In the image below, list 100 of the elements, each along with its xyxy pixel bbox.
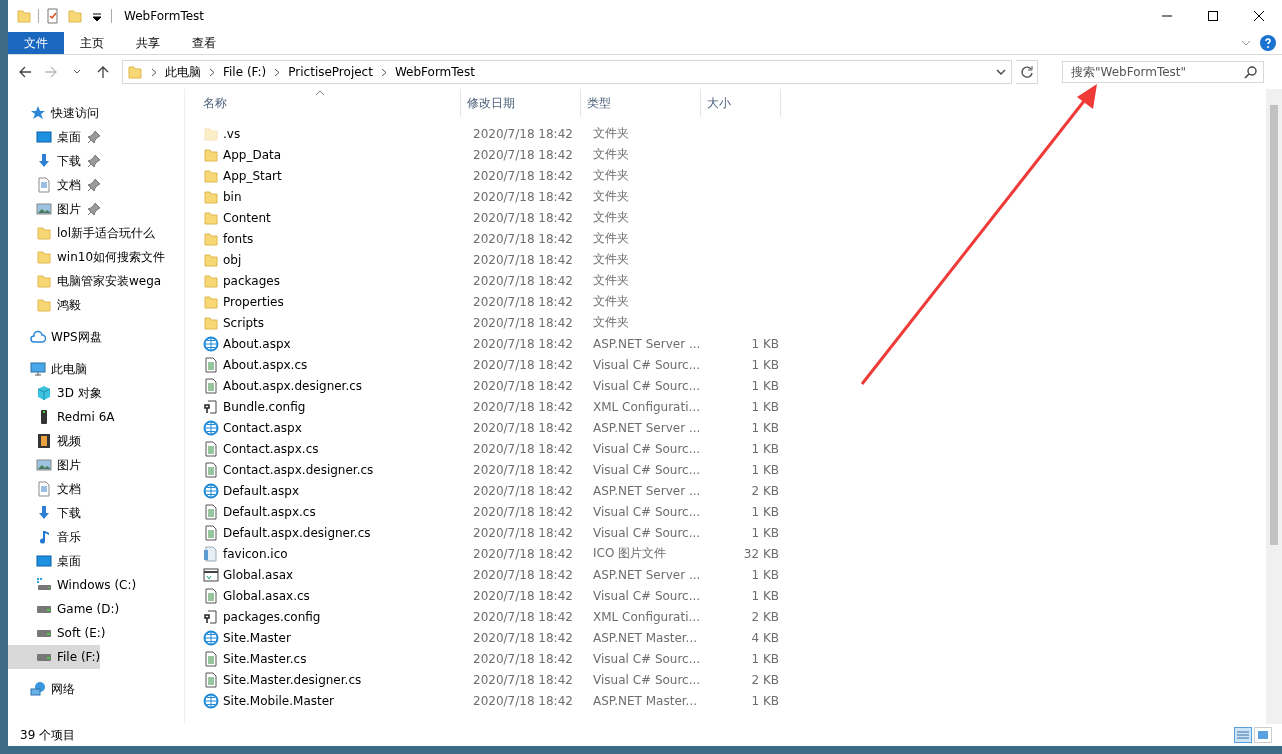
refresh-button[interactable] [1016,60,1038,84]
ribbon-tab[interactable]: 查看 [176,32,232,54]
type-cell-text: ASP.NET Server ... [592,420,702,435]
help-icon[interactable] [1260,35,1276,51]
file-name[interactable]: Content [223,210,271,225]
file-name[interactable]: Contact.aspx.cs [223,441,319,456]
file-name[interactable]: Site.Master.designer.cs [223,672,362,687]
date-cell-text: 2020/7/18 18:42 [472,567,574,582]
column-header[interactable]: 类型 [581,89,701,117]
file-name[interactable]: App_Data [223,147,282,162]
file-name[interactable]: packages [223,273,280,288]
sidebar-item[interactable]: Windows (C:) [8,573,137,597]
file-name[interactable]: App_Start [223,168,282,183]
sidebar-item[interactable]: File (F:) [8,645,101,669]
size-cell-text: 1 KB [750,462,780,477]
code-file-icon [203,524,219,541]
sidebar-item[interactable]: Redmi 6A [8,405,115,429]
breadcrumb[interactable]: File (F:) [223,65,267,79]
type-cell-text: 文件夹 [592,188,630,205]
sidebar-item[interactable]: 下载 [8,501,81,525]
sidebar-item[interactable]: Soft (E:) [8,621,106,645]
column-header[interactable]: 大小 [701,89,781,117]
type-cell-text: ICO 图片文件 [592,545,668,562]
file-name[interactable]: Global.asax.cs [223,588,310,603]
file-name[interactable]: favicon.ico [223,546,288,561]
sidebar-item[interactable]: 文档 [8,477,81,501]
scrollbar[interactable] [1266,89,1282,724]
search-icon [1244,65,1258,79]
column-header[interactable]: 名称 [197,89,461,117]
sidebar-item[interactable]: win10如何搜索文件 [8,245,166,269]
properties-icon[interactable] [45,8,61,24]
sidebar-item[interactable]: 文档 [8,173,106,197]
sidebar-item[interactable]: 快速访问 [8,101,99,125]
file-name[interactable]: Site.Master.cs [223,651,307,666]
sidebar-item[interactable]: 鸿毅 [8,293,81,317]
code-file-icon [203,440,219,457]
globe-icon [203,335,219,352]
file-name[interactable]: Site.Mobile.Master [223,693,334,708]
sidebar-item[interactable]: Game (D:) [8,597,120,621]
type-cell-text: ASP.NET Master... [592,693,699,708]
file-name[interactable]: Default.aspx.designer.cs [223,525,371,540]
date-cell-text: 2020/7/18 18:42 [472,126,574,141]
file-name[interactable]: Default.aspx [223,483,299,498]
file-name[interactable]: bin [223,189,242,204]
file-name[interactable]: Global.asax [223,567,294,582]
ribbon-tab[interactable]: 文件 [8,32,64,54]
address-bar[interactable]: 此电脑 File (F:) PrictiseProject WebFormTest [122,60,1012,84]
sidebar-item[interactable]: 此电脑 [8,357,87,381]
large-icons-view-button[interactable] [1254,727,1272,743]
sidebar-item[interactable]: 网络 [8,677,75,701]
date-cell-text: 2020/7/18 18:42 [472,252,574,267]
file-name[interactable]: Default.aspx.cs [223,504,316,519]
file-name[interactable]: Contact.aspx.designer.cs [223,462,374,477]
breadcrumb[interactable]: 此电脑 [165,63,201,81]
sidebar-item[interactable]: 桌面 [8,549,81,573]
size-cell-text: 1 KB [750,567,780,582]
sidebar-item[interactable]: 下载 [8,149,106,173]
file-name[interactable]: Scripts [223,315,265,330]
image-file-icon [203,545,219,562]
column-header[interactable]: 修改日期 [461,89,581,117]
sidebar-item[interactable]: 音乐 [8,525,81,549]
file-name[interactable]: Bundle.config [223,399,306,414]
file-name[interactable]: Contact.aspx [223,420,302,435]
ribbon-tab[interactable]: 共享 [120,32,176,54]
sidebar-item[interactable]: 视频 [8,429,81,453]
file-name[interactable]: packages.config [223,609,321,624]
ribbon-tab[interactable]: 主页 [64,32,120,54]
size-cell-text: 1 KB [750,357,780,372]
file-name[interactable]: obj [223,252,242,267]
file-name[interactable]: About.aspx.cs [223,357,308,372]
file-name[interactable]: .vs [223,126,241,141]
type-cell-text: Visual C# Sourc... [592,462,702,477]
sidebar-item[interactable]: 图片 [8,453,81,477]
breadcrumb[interactable]: WebFormTest [394,65,475,79]
size-cell-text: 2 KB [750,483,780,498]
folder-icon [203,251,219,268]
search-field[interactable]: 搜索"WebFormTest" [1062,61,1264,83]
file-name[interactable]: About.aspx [223,336,291,351]
file-name[interactable]: About.aspx.designer.cs [223,378,363,393]
file-name[interactable]: Site.Master [223,630,291,645]
sort-ascending-icon [315,89,325,97]
sidebar-item[interactable]: lol新手适合玩什么 [8,221,155,245]
size-cell-text: 1 KB [750,336,780,351]
date-cell-text: 2020/7/18 18:42 [472,336,574,351]
refresh-icon [1019,65,1034,79]
folder-icon [203,314,219,331]
down-arrow-icon [36,153,52,169]
details-view-button[interactable] [1234,727,1252,743]
globe-icon [203,482,219,499]
folder-icon [16,8,32,24]
film-icon [36,433,52,449]
sidebar-item[interactable]: WPS网盘 [8,325,102,349]
sidebar-item[interactable]: 3D 对象 [8,381,102,405]
globe-icon [203,692,219,709]
file-name[interactable]: fonts [223,231,254,246]
sidebar-item[interactable]: 图片 [8,197,106,221]
breadcrumb[interactable]: PrictiseProject [288,65,373,79]
sidebar-item[interactable]: 桌面 [8,125,106,149]
sidebar-item[interactable]: 电脑管家安装wega [8,269,162,293]
file-name[interactable]: Properties [223,294,284,309]
